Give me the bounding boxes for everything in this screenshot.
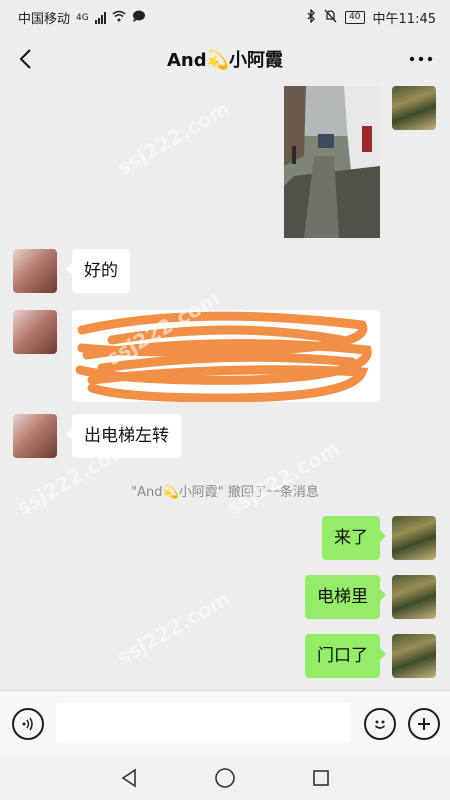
message-bubble-friend[interactable]: 出电梯左转	[66, 414, 181, 458]
nav-recents-icon[interactable]	[310, 767, 332, 789]
more-icon[interactable]	[404, 42, 438, 76]
status-bar: 中国移动 4G 40 中午11:45	[0, 0, 450, 32]
friend-avatar[interactable]	[13, 249, 57, 293]
wifi-icon	[112, 10, 126, 26]
voice-icon[interactable]	[12, 708, 44, 740]
signal-icon	[94, 11, 106, 24]
my-avatar[interactable]	[392, 516, 436, 560]
message-input[interactable]	[56, 703, 350, 743]
message-bubble-mine[interactable]: 电梯里	[305, 575, 386, 619]
scribble-redaction	[75, 311, 372, 402]
watermark: ssj222.com	[222, 435, 344, 521]
watermark: ssj222.com	[112, 95, 234, 181]
message-bubble-friend[interactable]: 好的	[66, 249, 130, 293]
message-notification-icon	[132, 10, 146, 26]
watermark: ssj222.com	[112, 585, 234, 671]
my-avatar[interactable]	[392, 575, 436, 619]
chat-title: And💫小阿霞	[166, 50, 284, 71]
friend-avatar[interactable]	[13, 414, 57, 458]
my-avatar[interactable]	[392, 634, 436, 678]
photo-message[interactable]	[284, 86, 380, 238]
friend-avatar[interactable]	[13, 310, 57, 354]
message-bubble-mine[interactable]: 门口了	[305, 634, 386, 678]
system-nav-bar	[0, 756, 450, 800]
input-bar	[0, 690, 450, 757]
emoji-icon[interactable]	[364, 708, 396, 740]
nav-back-icon[interactable]	[118, 767, 140, 789]
chat-header: And💫小阿霞	[0, 32, 450, 86]
plus-icon[interactable]	[408, 708, 440, 740]
my-avatar[interactable]	[392, 86, 436, 130]
network-label: 4G	[76, 12, 89, 23]
carrier-label: 中国移动	[18, 12, 71, 27]
battery-icon: 40	[345, 11, 365, 24]
redacted-message-bubble[interactable]	[72, 310, 380, 402]
clock: 中午11:45	[372, 12, 436, 27]
chat-area[interactable]: 好的 出电梯左转 "And💫小阿霞" 撤回了一条消息 来了 电梯里 门口了 ss…	[0, 86, 450, 690]
nav-home-icon[interactable]	[214, 767, 236, 789]
mute-bell-icon	[324, 9, 337, 27]
message-bubble-mine[interactable]: 来了	[322, 516, 386, 560]
bluetooth-icon	[306, 7, 316, 27]
recall-notice: "And💫小阿霞" 撤回了一条消息	[131, 485, 319, 500]
